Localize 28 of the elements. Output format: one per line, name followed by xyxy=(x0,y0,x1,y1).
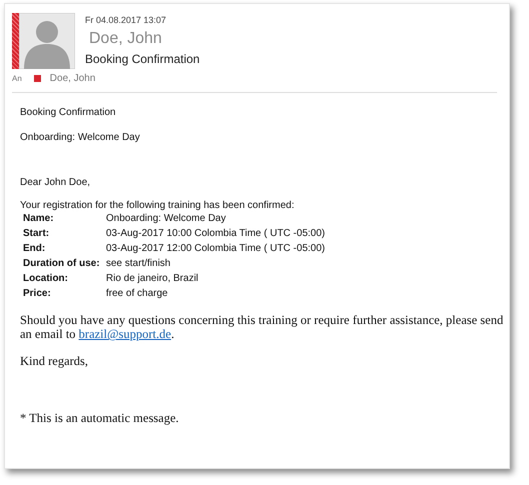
detail-value: see start/finish xyxy=(106,258,172,269)
detail-value: Rio de janeiro, Brazil xyxy=(106,273,200,284)
detail-value: Onboarding: Welcome Day xyxy=(106,213,227,224)
greeting: Dear John Doe, xyxy=(20,177,92,188)
detail-value: free of charge xyxy=(106,288,169,299)
sender-name: Doe, John xyxy=(89,30,163,48)
intro-text: Your registration for the following training has been confirmed: xyxy=(20,200,296,211)
footnote: * This is an automatic message. xyxy=(20,410,180,426)
category-stripe xyxy=(12,13,19,69)
email-subject: Booking Confirmation xyxy=(85,52,200,66)
closing: Kind regards, xyxy=(20,354,90,369)
detail-label: Price: xyxy=(23,288,52,299)
detail-value: 03-Aug-2017 10:00 Colombia Time ( UTC -05:00) xyxy=(106,228,326,239)
detail-label: Start: xyxy=(23,228,50,239)
email-link[interactable]: brazil@support.de xyxy=(78,327,172,342)
sent-date: Fr 04.08.2017 13:07 xyxy=(85,15,168,25)
to-label: An xyxy=(12,74,22,83)
body-line: Onboarding: Welcome Day xyxy=(20,132,141,143)
category-square xyxy=(34,75,41,82)
body-line: Booking Confirmation xyxy=(20,107,117,118)
detail-label: Location: xyxy=(23,273,69,284)
detail-label: Duration of use: xyxy=(23,258,101,269)
avatar-icon xyxy=(19,13,75,69)
detail-value: 03-Aug-2017 12:00 Colombia Time ( UTC -05:00) xyxy=(106,243,326,254)
detail-label: End: xyxy=(23,243,46,254)
contact-paragraph: Should you have any questions concerning this training or require further assistance, please send an email to brazil@support.de. xyxy=(20,313,504,342)
recipient-name: Doe, John xyxy=(50,73,96,84)
detail-label: Name: xyxy=(23,213,55,224)
